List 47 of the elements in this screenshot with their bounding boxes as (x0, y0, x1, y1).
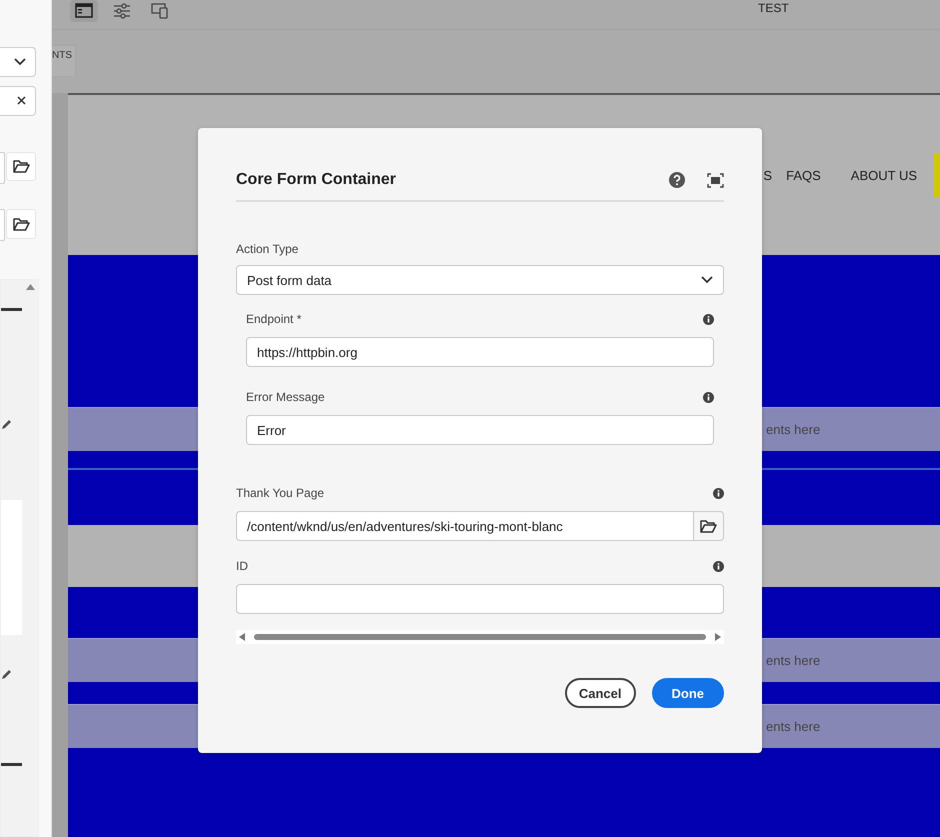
pencil-icon[interactable] (1, 418, 13, 430)
field-label: ID (236, 559, 248, 573)
field-label: Error Message (246, 390, 325, 404)
header-accent (934, 153, 940, 197)
nav-link[interactable]: FAQS (786, 168, 821, 182)
close-icon[interactable] (17, 96, 26, 106)
scroll-up-icon[interactable] (26, 284, 35, 290)
dialog-title: Core Form Container (236, 171, 398, 189)
placeholder-text: ents here (766, 422, 820, 437)
input-field[interactable]: Error (246, 415, 714, 445)
toolbar-button[interactable] (70, 0, 98, 22)
info-icon (713, 488, 724, 498)
dropdown-field[interactable] (0, 47, 36, 77)
scroll-left-icon[interactable] (239, 633, 245, 641)
info-icon (703, 314, 714, 324)
info-icon (703, 392, 714, 402)
folder-icon (12, 218, 30, 231)
page-title: TEST (758, 0, 789, 14)
fullscreen-icon[interactable] (707, 172, 724, 188)
input-field[interactable]: https://httpbin.org (246, 337, 714, 367)
pencil-icon[interactable] (1, 668, 13, 680)
folder-icon (12, 160, 30, 173)
path-field[interactable]: /content/wknd/us/en/adventures/ski-touring-mont-blanc (236, 511, 694, 541)
clear-field[interactable] (0, 86, 36, 116)
field-label: Thank You Page (236, 486, 324, 500)
nav-link[interactable]: S (763, 168, 772, 182)
chevron-down-icon (701, 276, 713, 284)
help-icon[interactable] (669, 172, 685, 188)
thumbnail (1, 763, 22, 766)
horizontal-scrollbar[interactable] (236, 630, 724, 644)
placeholder-text: ents here (766, 719, 820, 734)
side-tab[interactable]: NTS (52, 45, 76, 77)
folder-icon (700, 520, 717, 532)
thumbnail (1, 308, 22, 312)
info-icon (713, 560, 724, 572)
field-label: Action Type (236, 242, 300, 256)
scroll-right-icon[interactable] (715, 633, 721, 641)
input-field[interactable] (236, 584, 724, 614)
cancel-button[interactable]: Cancel (564, 678, 636, 708)
done-button[interactable]: Done (652, 678, 724, 708)
browse-button[interactable] (694, 511, 724, 541)
placeholder-text: ents here (766, 653, 820, 668)
scrollbar-thumb[interactable] (254, 634, 706, 640)
field-label: Endpoint * (246, 312, 302, 326)
chevron-down-icon (14, 58, 26, 66)
nav-link[interactable]: ABOUT US (850, 168, 917, 182)
action-type-select[interactable]: Post form data (236, 265, 724, 295)
